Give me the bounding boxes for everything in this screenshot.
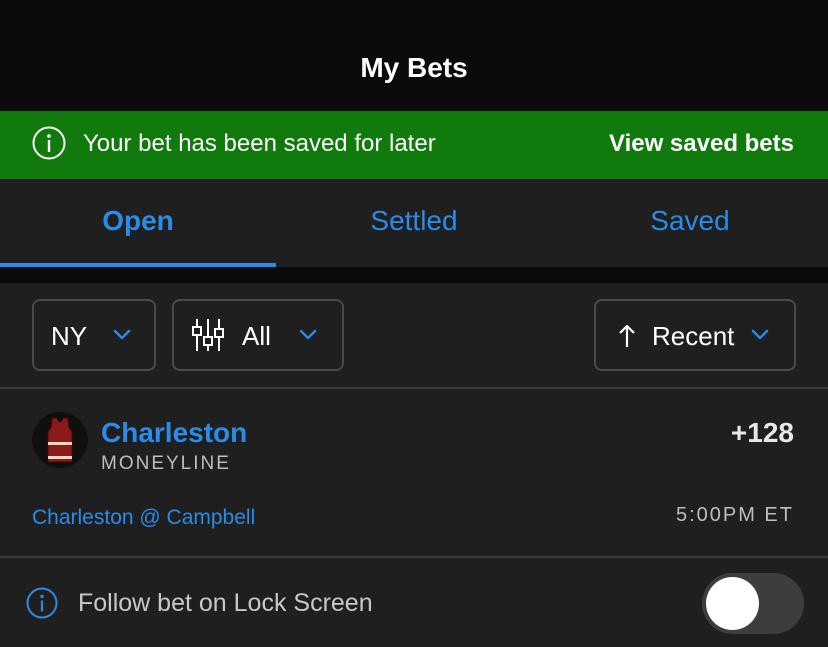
bet-tabs: Open Settled Saved — [0, 179, 828, 267]
banner-message: Your bet has been saved for later — [83, 130, 436, 157]
chevron-down-icon — [299, 329, 317, 340]
section-divider — [0, 267, 828, 283]
chevron-down-icon — [113, 329, 131, 340]
tab-settled[interactable]: Settled — [276, 179, 552, 267]
team-jersey-avatar — [32, 412, 88, 468]
follow-lock-screen-toggle[interactable] — [702, 573, 804, 634]
bet-matchup-link[interactable]: Charleston @ Campbell — [32, 506, 255, 530]
sort-dropdown[interactable]: Recent — [594, 299, 796, 371]
toggle-knob — [706, 577, 759, 630]
follow-lock-screen-label: Follow bet on Lock Screen — [78, 589, 373, 617]
bet-team-name[interactable]: Charleston — [101, 417, 247, 449]
page-title: My Bets — [360, 52, 468, 83]
tab-open[interactable]: Open — [0, 179, 276, 267]
info-circle-icon — [32, 126, 66, 160]
bet-type-filter-label: All — [242, 321, 271, 351]
arrow-up-icon — [619, 324, 635, 347]
bet-market: MONEYLINE — [101, 453, 231, 474]
header: My Bets — [0, 0, 828, 111]
bet-odds: +128 — [730, 417, 794, 448]
info-circle-icon — [26, 587, 58, 619]
state-filter-label: NY — [51, 321, 88, 351]
jersey-icon — [47, 417, 73, 463]
view-saved-bets-button[interactable]: View saved bets — [609, 130, 794, 158]
bet-start-time: 5:00PM ET — [675, 504, 794, 526]
sort-label: Recent — [652, 321, 735, 351]
tab-saved[interactable]: Saved — [552, 179, 828, 267]
sliders-icon — [192, 319, 224, 351]
chevron-down-icon — [751, 329, 769, 340]
state-filter-dropdown[interactable]: NY — [32, 299, 156, 371]
bet-type-filter-dropdown[interactable]: All — [172, 299, 344, 371]
